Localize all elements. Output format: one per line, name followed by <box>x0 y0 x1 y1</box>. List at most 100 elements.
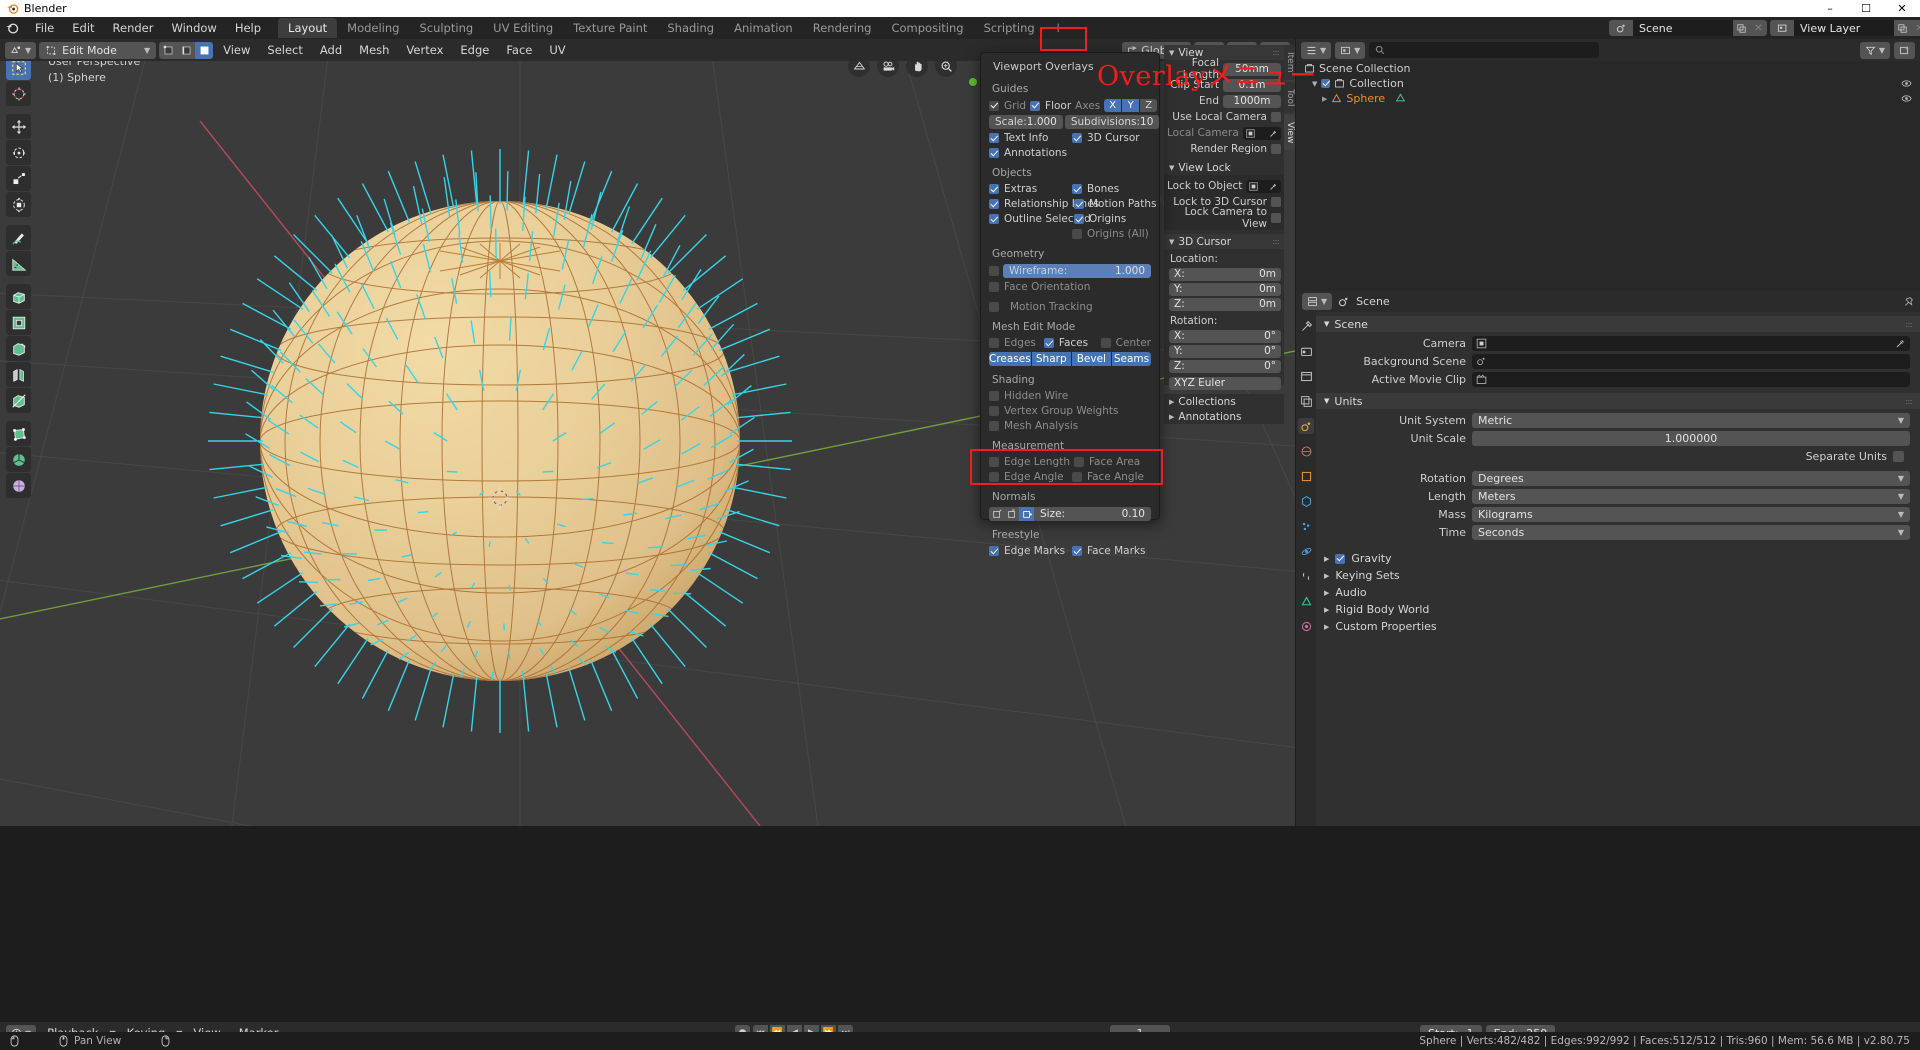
viewport-menu-vertex[interactable]: Vertex <box>399 41 450 59</box>
add-workspace-button[interactable]: + <box>1045 21 1072 36</box>
eyedropper-icon[interactable] <box>1269 129 1278 138</box>
outliner-display-mode[interactable]: ▼ <box>1335 41 1366 59</box>
workspace-tab-animation[interactable]: Animation <box>724 18 803 38</box>
properties-editor-type[interactable]: ▼ <box>1302 293 1333 310</box>
workspace-tab-shading[interactable]: Shading <box>657 18 724 38</box>
menu-help[interactable]: Help <box>226 19 270 37</box>
pan-view-icon[interactable] <box>906 61 928 77</box>
overlay-hidden-wire-toggle[interactable]: Hidden Wire <box>989 390 1068 402</box>
outliner-row-scene-collection[interactable]: Scene Collection <box>1296 61 1920 76</box>
outliner-new-collection-button[interactable] <box>1894 41 1915 59</box>
unit-system-row[interactable]: Unit System Metric ▼ <box>1316 412 1910 428</box>
axis-y-toggle[interactable]: Y <box>1122 99 1140 112</box>
scene-camera-row[interactable]: Camera <box>1316 335 1910 351</box>
faces-checkbox[interactable] <box>1043 338 1054 348</box>
hidden-wire-checkbox[interactable] <box>989 391 999 401</box>
render-region-checkbox[interactable] <box>1271 144 1281 154</box>
audio-section[interactable]: ▶ Audio <box>1316 584 1920 601</box>
overlay-faces-toggle[interactable]: Faces <box>1043 337 1097 349</box>
scale-tool[interactable] <box>6 166 31 191</box>
npanel-tab-view[interactable]: View <box>1284 114 1295 151</box>
mass-units-dropdown[interactable]: Kilograms ▼ <box>1472 506 1910 522</box>
object-tab[interactable] <box>1298 468 1314 484</box>
viewlayer-name[interactable]: View Layer <box>1794 20 1894 36</box>
edges-checkbox[interactable] <box>989 338 999 348</box>
overlay-relationship-lines-toggle[interactable]: Relationship Lines <box>989 198 1099 210</box>
transform-tool[interactable] <box>6 192 31 217</box>
constraints-tab[interactable] <box>1298 568 1314 584</box>
overlay-motion-tracking-toggle[interactable]: Motion Tracking <box>989 301 1093 313</box>
motion-tracking-checkbox[interactable] <box>989 302 999 312</box>
custom-properties-section[interactable]: ▶ Custom Properties <box>1316 618 1920 635</box>
pin-icon[interactable] <box>1903 296 1914 307</box>
workspace-tab-scripting[interactable]: Scripting <box>974 18 1045 38</box>
render-region-row[interactable]: Render Region <box>1167 142 1281 156</box>
particles-tab[interactable] <box>1298 518 1314 534</box>
vertex-group-weights-checkbox[interactable] <box>989 406 999 416</box>
properties-editor[interactable]: ▼ Scene ▼ Scene :::: Camera Background S… <box>1296 291 1920 826</box>
edge-marks-checkbox[interactable] <box>989 546 999 556</box>
eye-icon[interactable] <box>1901 93 1912 104</box>
overlay-grid-toggle[interactable]: Grid <box>989 100 1026 112</box>
face-orientation-checkbox[interactable] <box>989 282 999 292</box>
normals-size-field[interactable]: Size: 0.10 <box>1034 507 1151 521</box>
new-scene-button[interactable] <box>1733 20 1750 36</box>
scene-name[interactable]: Scene <box>1633 20 1733 36</box>
gravity-checkbox[interactable] <box>1335 553 1346 564</box>
edge-angle-checkbox[interactable] <box>989 472 999 482</box>
keying-sets-section[interactable]: ▶ Keying Sets <box>1316 567 1920 584</box>
viewlayer-selector[interactable]: View Layer ✕ <box>1770 20 1920 36</box>
unit-system-dropdown[interactable]: Metric ▼ <box>1472 412 1910 428</box>
smooth-tool[interactable] <box>6 473 31 498</box>
workspace-tab-modeling[interactable]: Modeling <box>337 18 409 38</box>
cursor-rotation-z[interactable]: Z: 0° <box>1169 359 1281 373</box>
workspace-tab-layout[interactable]: Layout <box>278 18 338 38</box>
npanel-collections-header[interactable]: ▶ Collections <box>1164 394 1284 409</box>
workspace-tab-sculpting[interactable]: Sculpting <box>409 18 483 38</box>
active-movie-clip-field[interactable] <box>1472 371 1910 387</box>
axis-z-toggle[interactable]: Z <box>1140 99 1158 112</box>
window-minimize-button[interactable]: – <box>1812 0 1848 17</box>
scene-panel-header[interactable]: ▼ Scene :::: <box>1316 316 1920 332</box>
overlay-extras-toggle[interactable]: Extras <box>989 183 1068 195</box>
modifier-tab[interactable] <box>1298 493 1314 509</box>
wireframe-slider[interactable]: Wireframe: 1.000 <box>1003 264 1151 278</box>
extrude-region-tool[interactable] <box>6 284 31 309</box>
extras-checkbox[interactable] <box>989 184 999 194</box>
creases-button[interactable]: Creases <box>989 352 1031 366</box>
lock-camera-to-view-checkbox[interactable] <box>1271 213 1281 223</box>
zoom-view-icon[interactable] <box>935 61 957 77</box>
overlay-face-area-toggle[interactable]: Face Area <box>1073 456 1151 468</box>
rigid-body-world-section[interactable]: ▶ Rigid Body World <box>1316 601 1920 618</box>
vertex-select-icon[interactable] <box>159 41 178 59</box>
overlay-face-marks-toggle[interactable]: Face Marks <box>1072 545 1151 557</box>
overlay-edge-length-toggle[interactable]: Edge Length <box>989 456 1070 468</box>
cursor-location-y[interactable]: Y: 0m <box>1169 282 1281 296</box>
center-checkbox[interactable] <box>1100 338 1111 348</box>
menu-window[interactable]: Window <box>162 19 225 37</box>
viewport-menu-edge[interactable]: Edge <box>453 41 496 59</box>
viewport-overlays-popup[interactable]: Viewport Overlays Guides Grid Floor Axes… <box>980 52 1160 557</box>
view-layer-tab[interactable] <box>1298 393 1314 409</box>
overlay-outline-selected-toggle[interactable]: Outline Selected <box>989 213 1091 225</box>
floor-checkbox[interactable] <box>1030 100 1041 111</box>
eyedropper-icon[interactable] <box>1895 338 1906 349</box>
sharp-button[interactable]: Sharp <box>1031 352 1071 366</box>
scene-selector[interactable]: Scene ✕ <box>1609 20 1767 36</box>
grid-scale-field[interactable]: Scale: 1.000 <box>989 115 1063 129</box>
viewport-menu-uv[interactable]: UV <box>542 41 572 59</box>
active-movie-clip-row[interactable]: Active Movie Clip <box>1316 371 1910 387</box>
data-tab[interactable] <box>1298 593 1314 609</box>
window-maximize-button[interactable]: ☐ <box>1848 0 1884 17</box>
world-tab[interactable] <box>1298 443 1314 459</box>
viewport-menu-select[interactable]: Select <box>260 41 309 59</box>
relationship-lines-checkbox[interactable] <box>989 199 999 209</box>
local-camera-field[interactable] <box>1242 126 1281 140</box>
inset-faces-tool[interactable] <box>6 310 31 335</box>
spin-tool[interactable] <box>6 447 31 472</box>
eye-icon[interactable] <box>1901 78 1912 89</box>
output-tab[interactable] <box>1298 368 1314 384</box>
viewport-menu-face[interactable]: Face <box>499 41 539 59</box>
render-tab[interactable] <box>1298 343 1314 359</box>
menu-edit[interactable]: Edit <box>63 19 103 37</box>
